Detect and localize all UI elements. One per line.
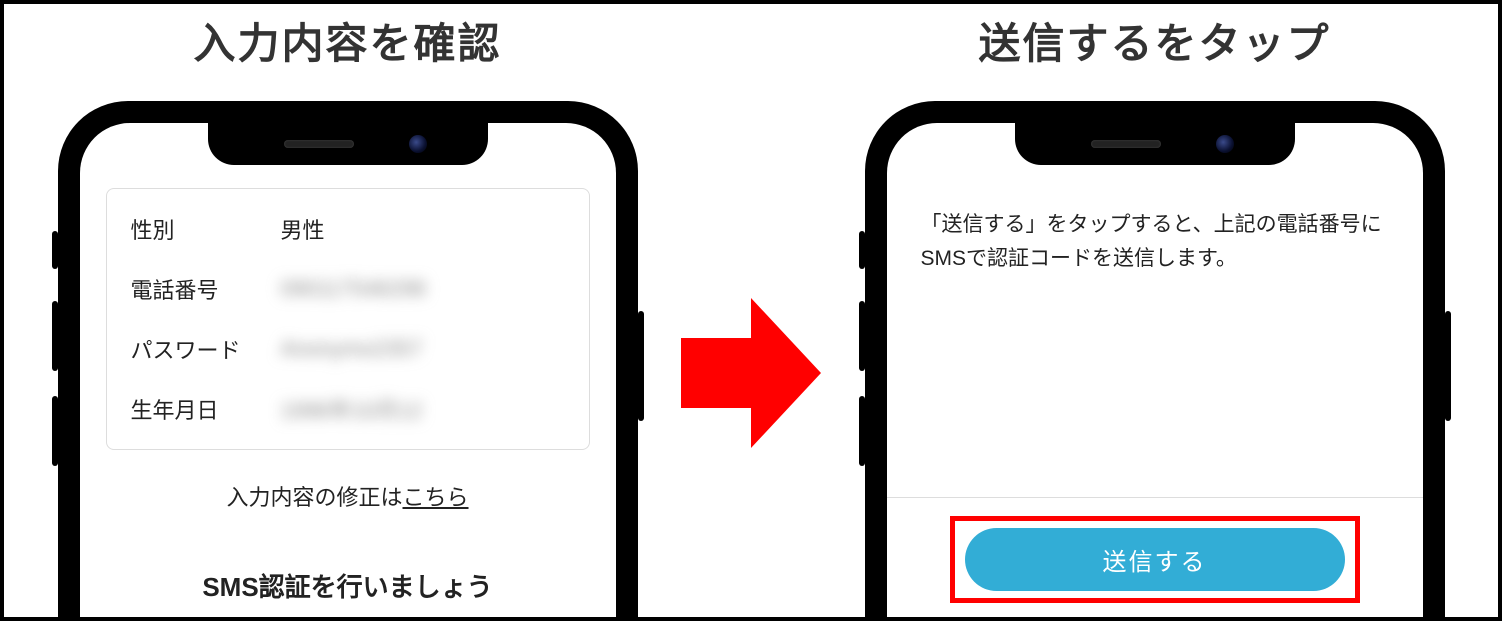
- row-birthday-label: 生年月日: [131, 393, 281, 425]
- edit-link-prefix: 入力内容の修正は: [226, 485, 402, 510]
- phone-volume-down: [52, 396, 58, 466]
- instruction-frame: 入力内容を確認 性別 男性 電話番号 0901175462: [0, 0, 1502, 621]
- row-birthday-value: 1996年10月12: [281, 393, 565, 425]
- front-camera-icon: [409, 135, 427, 153]
- phone-notch: [208, 123, 488, 165]
- phone-volume-down: [859, 396, 865, 466]
- speaker-grill-icon: [1091, 140, 1161, 148]
- speaker-grill-icon: [284, 140, 354, 148]
- phone-power-button: [638, 311, 644, 421]
- phone-mock-2: 「送信する」をタップすると、上記の電話番号にSMSで認証コードを送信します。 送…: [865, 101, 1445, 621]
- row-password-label: パスワード: [131, 333, 281, 365]
- phone-notch: [1015, 123, 1295, 165]
- edit-link[interactable]: こちら: [403, 485, 469, 510]
- sms-info-text: 「送信する」をタップすると、上記の電話番号にSMSで認証コードを送信します。: [887, 178, 1423, 275]
- phone-volume-up: [859, 301, 865, 371]
- phone-mock-1: 性別 男性 電話番号 090117546298 パスワード Anonymo235…: [58, 101, 638, 621]
- confirmation-card: 性別 男性 電話番号 090117546298 パスワード Anonymo235…: [106, 188, 590, 450]
- phone-power-button: [1445, 311, 1451, 421]
- row-gender-label: 性別: [131, 213, 281, 245]
- row-phone: 電話番号 090117546298: [107, 259, 589, 319]
- send-button[interactable]: 送信する: [965, 528, 1345, 591]
- send-area: 送信する: [887, 497, 1423, 621]
- step-2-title: 送信するをタップ: [978, 10, 1330, 71]
- instruction-highlight-box: 送信する: [950, 516, 1360, 603]
- phone-mute-switch: [52, 231, 58, 269]
- sms-auth-heading: SMS認証を行いましょう: [80, 567, 616, 604]
- row-password-value: Anonymo2357: [281, 336, 565, 362]
- front-camera-icon: [1216, 135, 1234, 153]
- phone-screen-1: 性別 男性 電話番号 090117546298 パスワード Anonymo235…: [80, 123, 616, 621]
- step-2: 送信するをタップ 「送信する」をタップすると、上記の電話番号にSMSで認証コード…: [831, 10, 1478, 621]
- row-phone-value: 090117546298: [281, 276, 565, 302]
- phone-screen-2: 「送信する」をタップすると、上記の電話番号にSMSで認証コードを送信します。 送…: [887, 123, 1423, 621]
- row-birthday: 生年月日 1996年10月12: [107, 379, 589, 439]
- row-gender: 性別 男性: [107, 199, 589, 259]
- step-1-title: 入力内容を確認: [193, 10, 501, 71]
- phone-volume-up: [52, 301, 58, 371]
- row-password: パスワード Anonymo2357: [107, 319, 589, 379]
- row-gender-value: 男性: [281, 213, 565, 245]
- row-phone-label: 電話番号: [131, 273, 281, 305]
- phone-mute-switch: [859, 231, 865, 269]
- arrow-right-icon: [681, 298, 821, 453]
- step-1: 入力内容を確認 性別 男性 電話番号 0901175462: [24, 10, 671, 621]
- edit-link-line: 入力内容の修正はこちら: [80, 480, 616, 512]
